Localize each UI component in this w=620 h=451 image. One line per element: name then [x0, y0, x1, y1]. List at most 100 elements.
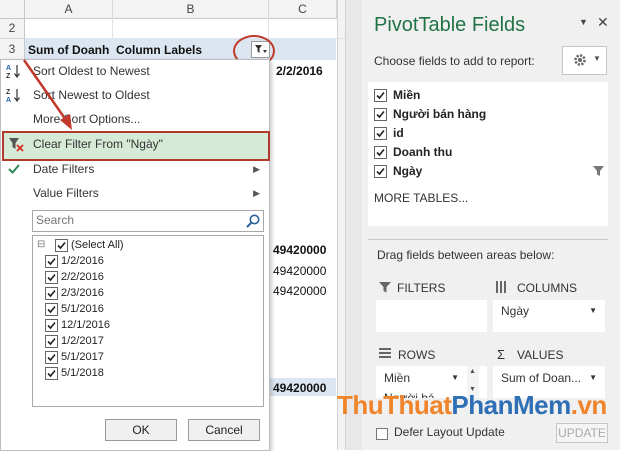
list-item-label: 5/1/2018: [61, 367, 104, 379]
list-item-label: 2/2/2016: [61, 271, 104, 283]
more-sort-options[interactable]: More Sort Options...: [0, 108, 268, 130]
row-header-3[interactable]: 3: [0, 39, 25, 60]
chevron-down-icon: ▼: [593, 54, 601, 63]
column-header-c[interactable]: C: [269, 0, 337, 19]
pivot-cell-value[interactable]: 49420000: [273, 243, 326, 257]
more-tables-link[interactable]: MORE TABLES...: [374, 191, 468, 205]
search-icon[interactable]: [245, 213, 261, 229]
columns-area-label: COLUMNS: [517, 281, 578, 295]
close-icon[interactable]: ✕: [597, 14, 609, 31]
filters-drop-area[interactable]: [376, 300, 487, 332]
pivot-value-label[interactable]: Sum of Doanh: [28, 43, 109, 57]
values-area-label: VALUES: [517, 348, 564, 362]
pane-options-chevron-icon[interactable]: ▼: [579, 17, 588, 27]
pane-splitter[interactable]: [345, 0, 363, 450]
sort-oldest-to-newest[interactable]: A Z Sort Oldest to Newest: [0, 60, 268, 82]
chevron-down-icon[interactable]: ▼: [451, 369, 459, 387]
checkbox-checked[interactable]: [45, 335, 58, 348]
submenu-arrow-icon: ▶: [253, 164, 260, 174]
pill-label: Miền: [384, 371, 411, 385]
svg-text:A: A: [6, 97, 11, 103]
chevron-down-icon[interactable]: ▼: [589, 369, 597, 387]
checkbox-checked[interactable]: [374, 127, 387, 140]
checkbox-checked[interactable]: [374, 108, 387, 121]
clear-filter-from-ngay[interactable]: Clear Filter From "Ngày": [0, 133, 268, 155]
date-filters[interactable]: Date Filters ▶: [0, 158, 268, 180]
menu-label: Clear Filter From "Ngày": [33, 137, 163, 151]
filter-icon: [593, 166, 604, 176]
update-button[interactable]: UPDATE: [556, 423, 608, 443]
filter-search-box[interactable]: [32, 210, 264, 232]
clear-filter-icon: [9, 138, 24, 152]
scroll-up-icon[interactable]: ▲: [469, 368, 476, 375]
checkbox-checked[interactable]: [45, 367, 58, 380]
check-icon: [47, 257, 56, 266]
check-icon: [47, 353, 56, 362]
row-header-2[interactable]: 2: [0, 19, 25, 39]
list-item-label: 5/1/2017: [61, 351, 104, 363]
values-field-sum-doanh-thu[interactable]: Sum of Doan... ▼: [497, 369, 601, 387]
list-item-label: (Select All): [71, 239, 124, 251]
sigma-icon: Σ: [497, 347, 506, 362]
sort-newest-to-oldest[interactable]: Z A Sort Newest to Oldest: [0, 84, 268, 106]
check-icon: [376, 91, 385, 100]
field-layout-button[interactable]: ▼: [562, 46, 607, 75]
field-name: id: [393, 126, 404, 140]
checkbox-checked[interactable]: [45, 255, 58, 268]
column-header-b[interactable]: B: [113, 0, 269, 19]
list-item-label: 2/3/2016: [61, 287, 104, 299]
menu-label: Date Filters: [33, 162, 95, 176]
checkbox-checked[interactable]: [374, 146, 387, 159]
field-ngay[interactable]: Ngày: [374, 162, 604, 180]
checkbox-checked[interactable]: [374, 89, 387, 102]
pivot-cell-value[interactable]: 49420000: [273, 264, 326, 278]
checkbox-checked[interactable]: [374, 165, 387, 178]
pivot-cell-value[interactable]: 49420000: [273, 284, 326, 298]
filter-search-input[interactable]: [33, 211, 236, 229]
value-filters[interactable]: Value Filters ▶: [0, 182, 268, 204]
filter-value-list[interactable]: ⊟ (Select All) 1/2/2016 2/2/2016 2/3/201…: [32, 235, 264, 407]
select-all-corner[interactable]: [0, 0, 25, 19]
check-icon: [57, 241, 66, 250]
defer-layout-checkbox[interactable]: [376, 428, 388, 440]
check-icon: [376, 167, 385, 176]
check-icon: [47, 305, 56, 314]
columns-field-ngay[interactable]: Ngày ▼: [497, 302, 601, 320]
field-name: Người bán hàng: [393, 107, 487, 121]
checkbox-checked[interactable]: [45, 351, 58, 364]
checkbox-checked[interactable]: [45, 303, 58, 316]
svg-text:Z: Z: [6, 89, 11, 96]
submenu-arrow-icon: ▶: [253, 188, 260, 198]
vertical-scrollbar[interactable]: [337, 0, 345, 450]
rows-field-mien[interactable]: Miền ▼: [380, 369, 463, 387]
check-icon: [376, 129, 385, 138]
check-icon: [376, 148, 385, 157]
watermark-part: ThuThuat: [337, 390, 452, 420]
checkbox-checked[interactable]: [45, 287, 58, 300]
pivot-date-header[interactable]: 2/2/2016: [276, 64, 323, 78]
filters-area-label: FILTERS: [397, 281, 446, 295]
pane-title: PivotTable Fields: [374, 14, 526, 36]
check-icon: [376, 110, 385, 119]
cancel-button[interactable]: Cancel: [188, 419, 260, 441]
drag-fields-label: Drag fields between areas below:: [377, 248, 555, 262]
pane-divider: [368, 239, 608, 240]
chevron-down-icon[interactable]: ▼: [589, 302, 597, 320]
choose-fields-label: Choose fields to add to report:: [374, 54, 535, 68]
checkbox-checked[interactable]: [55, 239, 68, 252]
tree-collapse-icon[interactable]: ⊟: [37, 237, 45, 253]
ok-button[interactable]: OK: [105, 419, 177, 441]
checkbox-checked[interactable]: [45, 271, 58, 284]
field-name: Ngày: [393, 164, 423, 178]
checkbox-checked[interactable]: [45, 319, 58, 332]
watermark: ThuThuatPhanMem.vn: [337, 390, 607, 421]
columns-icon: [496, 281, 506, 293]
check-icon: [47, 369, 56, 378]
column-header-a[interactable]: A: [25, 0, 113, 19]
check-icon: [47, 337, 56, 346]
pivot-column-labels[interactable]: Column Labels: [116, 43, 202, 57]
list-item-label: 5/1/2016: [61, 303, 104, 315]
pill-label: Sum of Doan...: [501, 371, 582, 385]
list-item-label: 1/2/2016: [61, 255, 104, 267]
pivot-grand-total-value[interactable]: 49420000: [273, 381, 326, 395]
